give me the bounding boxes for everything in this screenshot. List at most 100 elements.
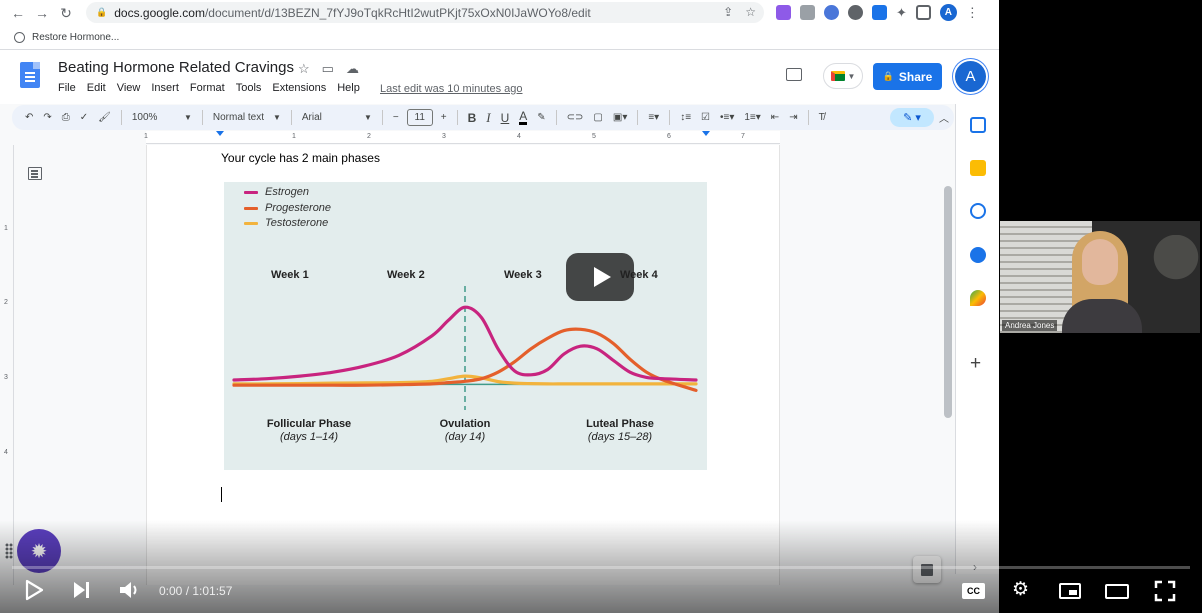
theater-mode-icon[interactable]: [1105, 584, 1129, 599]
document-page[interactable]: Your cycle has 2 main phases Estrogen Pr…: [146, 145, 780, 585]
url-domain: docs.google.com: [114, 5, 205, 20]
decrease-indent-icon[interactable]: ⇤: [766, 112, 784, 123]
extension-icon[interactable]: [776, 5, 791, 20]
print-icon[interactable]: ⎙: [57, 112, 75, 123]
captions-button[interactable]: CC: [962, 583, 985, 599]
vertical-ruler[interactable]: 1 2 3 4: [0, 145, 14, 585]
menu-help[interactable]: Help: [337, 82, 360, 94]
font-select[interactable]: Arial ▼: [297, 112, 377, 123]
ruler-number: 7: [741, 133, 745, 140]
share-page-icon[interactable]: ⇪: [723, 5, 733, 19]
link-icon[interactable]: ⊂⊃: [562, 112, 589, 123]
user-avatar[interactable]: A: [955, 61, 986, 92]
menu-format[interactable]: Format: [190, 82, 225, 94]
volume-icon[interactable]: [118, 579, 140, 601]
webcam-overlay: Andrea Jones: [1000, 221, 1200, 333]
text-color-button[interactable]: A: [519, 110, 528, 125]
increase-indent-icon[interactable]: ⇥: [784, 112, 802, 123]
font-size-input[interactable]: 11: [406, 109, 433, 126]
chevron-down-icon: ▼: [847, 71, 856, 81]
fullscreen-icon[interactable]: [1154, 580, 1176, 602]
contacts-icon[interactable]: [970, 247, 986, 263]
font-value: Arial: [301, 112, 322, 123]
menu-insert[interactable]: Insert: [151, 82, 179, 94]
forward-arrow-icon[interactable]: →: [30, 5, 54, 21]
chevron-up-icon[interactable]: ︿: [934, 110, 954, 125]
address-bar[interactable]: 🔒 docs.google.com/document/d/13BEZN_7fYJ…: [86, 2, 764, 23]
decrease-font-size-icon[interactable]: −: [388, 112, 404, 123]
hormone-cycle-chart[interactable]: Estrogen Progesterone Testosterone Week …: [224, 182, 707, 470]
miniplayer-icon[interactable]: [1059, 583, 1081, 599]
kebab-menu-icon[interactable]: ⋮: [966, 5, 979, 21]
insert-image-icon[interactable]: ▣▾: [608, 112, 632, 123]
increase-font-size-icon[interactable]: +: [436, 112, 452, 123]
tasks-icon[interactable]: [970, 203, 986, 219]
document-title[interactable]: Beating Hormone Related Cravings: [58, 59, 294, 76]
extension-icon[interactable]: [872, 5, 887, 20]
menu-view[interactable]: View: [117, 82, 141, 94]
horizontal-ruler[interactable]: 1 1 2 3 4 5 6 7: [144, 131, 780, 144]
bookmark-item[interactable]: Restore Hormone...: [32, 32, 119, 43]
clear-formatting-icon[interactable]: T̸: [814, 112, 830, 123]
bulleted-list-icon[interactable]: •≡▾: [715, 112, 739, 123]
puzzle-icon[interactable]: ✦: [896, 5, 907, 21]
add-addon-icon[interactable]: +: [970, 354, 981, 373]
video-player[interactable]: ← → ↻ 🔒 docs.google.com/document/d/13BEZ…: [0, 0, 1202, 613]
zoom-value: 100%: [131, 112, 158, 123]
checklist-icon[interactable]: ☑: [696, 112, 715, 123]
left-indent-marker[interactable]: [216, 131, 224, 136]
calendar-icon[interactable]: [970, 117, 986, 133]
line-spacing-icon[interactable]: ↕≡: [675, 112, 696, 123]
menu-edit[interactable]: Edit: [87, 82, 106, 94]
docs-logo-icon[interactable]: [20, 62, 40, 88]
style-select[interactable]: Normal text ▼: [208, 112, 286, 123]
document-scrollbar[interactable]: [944, 186, 952, 418]
reload-icon[interactable]: ↻: [54, 5, 78, 22]
profile-avatar[interactable]: A: [939, 4, 957, 21]
code-extension-icon[interactable]: [800, 5, 815, 20]
editing-mode-button[interactable]: ✎ ▾: [890, 108, 934, 127]
menu-file[interactable]: File: [58, 82, 76, 94]
side-panel-icon[interactable]: [915, 5, 931, 20]
cloud-status-icon[interactable]: ☁: [346, 61, 359, 77]
ruler-number: 4: [4, 449, 8, 456]
italic-button[interactable]: I: [481, 110, 495, 126]
extension-icon[interactable]: [848, 5, 863, 20]
numbered-list-icon[interactable]: 1≡▾: [739, 112, 765, 123]
meet-button[interactable]: ▼: [823, 63, 863, 89]
extension-icon[interactable]: [824, 5, 839, 20]
maps-icon[interactable]: [970, 290, 986, 306]
bookmark-star-icon[interactable]: ☆: [745, 5, 756, 19]
progress-bar[interactable]: [12, 566, 1190, 569]
right-indent-marker[interactable]: [702, 131, 710, 136]
spellcheck-icon[interactable]: ✓: [75, 112, 93, 123]
body-paragraph[interactable]: Your cycle has 2 main phases: [221, 151, 380, 165]
zoom-select[interactable]: 100% ▼: [127, 112, 197, 123]
undo-icon[interactable]: ↶: [20, 112, 38, 123]
underline-button[interactable]: U: [496, 111, 515, 125]
highlight-icon[interactable]: ✎: [532, 112, 550, 123]
align-icon[interactable]: ≡▾: [643, 112, 664, 123]
phase-name: Follicular Phase: [266, 418, 352, 430]
large-play-button[interactable]: [566, 253, 634, 301]
back-arrow-icon[interactable]: ←: [6, 5, 30, 21]
keep-icon[interactable]: [970, 160, 986, 176]
last-edit-link[interactable]: Last edit was 10 minutes ago: [380, 83, 522, 95]
next-icon[interactable]: [72, 579, 92, 601]
redo-icon[interactable]: ↷: [38, 112, 56, 123]
ruler-number: 1: [292, 133, 296, 140]
paint-format-icon[interactable]: 🖌: [93, 112, 116, 123]
menu-tools[interactable]: Tools: [236, 82, 262, 94]
meet-camera-icon: [830, 71, 845, 81]
share-button[interactable]: 🔒 Share: [873, 63, 942, 90]
add-comment-icon[interactable]: ▢: [588, 112, 607, 123]
document-outline-icon[interactable]: [28, 167, 42, 180]
menu-extensions[interactable]: Extensions: [272, 82, 326, 94]
bookmarks-bar: Restore Hormone...: [0, 26, 999, 50]
star-icon[interactable]: ☆: [298, 61, 310, 77]
move-folder-icon[interactable]: ▭: [322, 61, 334, 77]
comment-history-icon[interactable]: [786, 68, 802, 81]
play-icon[interactable]: [24, 579, 44, 601]
settings-gear-icon[interactable]: ⚙: [1012, 579, 1029, 601]
bold-button[interactable]: B: [463, 111, 482, 125]
